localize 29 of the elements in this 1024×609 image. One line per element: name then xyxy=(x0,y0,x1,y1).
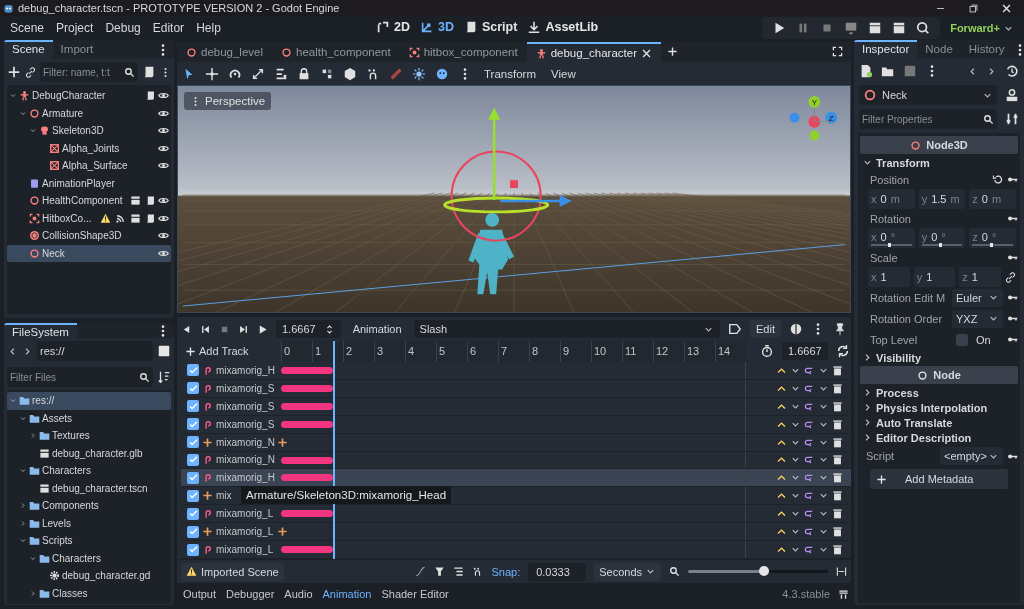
section-title: Node3D xyxy=(926,139,968,151)
timeline-tick: 7 xyxy=(498,341,529,362)
timeline-tick: 13 xyxy=(684,341,715,362)
axis-label: Y xyxy=(811,97,817,107)
property-label: Rotation Edit M xyxy=(870,291,947,304)
timeline-tick: 14 xyxy=(715,341,746,362)
property-label: Rotation Order xyxy=(870,312,944,325)
timeline-tick: 9 xyxy=(560,341,591,362)
property-label: Scale xyxy=(870,251,898,264)
timeline-tick: 11 xyxy=(622,341,653,362)
checkbox-label: On xyxy=(976,333,991,346)
property-label: Top Level xyxy=(870,333,919,346)
timeline-tick: 12 xyxy=(653,341,684,362)
property-label: Rotation xyxy=(870,212,911,225)
window-title: debug_character.tscn - PROTOTYPE VERSION 2 - Godot Engine xyxy=(18,2,341,14)
tooltip: Armature/Skeleton3D:mixamorig_Head xyxy=(241,486,452,505)
property-label: Position xyxy=(870,173,910,186)
timeline-tick: 2 xyxy=(343,341,374,362)
section-title: Node xyxy=(933,369,961,381)
timeline-tick: 10 xyxy=(591,341,622,362)
timeline-tick: 8 xyxy=(529,341,560,362)
version-label: 4.3.stable xyxy=(782,588,831,600)
timeline-tick: 0 xyxy=(281,341,312,362)
property-label: Script xyxy=(866,450,896,462)
timeline-tick: 3 xyxy=(374,341,405,362)
timeline-tick: 5 xyxy=(436,341,467,362)
timeline-tick: 6 xyxy=(467,341,498,362)
timeline-tick: 4 xyxy=(405,341,436,362)
axis-label: Z xyxy=(828,113,834,123)
